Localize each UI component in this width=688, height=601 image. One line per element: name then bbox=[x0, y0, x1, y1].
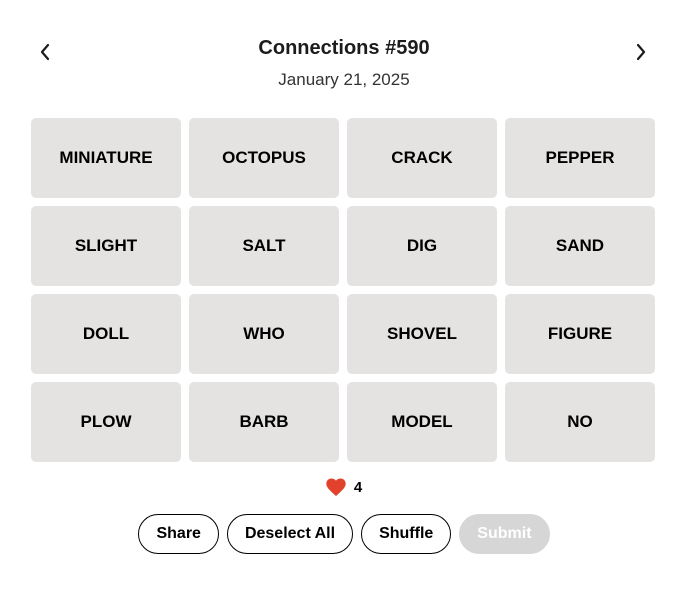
action-bar: Share Deselect All Shuffle Submit bbox=[0, 514, 688, 554]
puzzle-date: January 21, 2025 bbox=[278, 70, 410, 89]
word-tile[interactable]: SAND bbox=[505, 206, 655, 286]
word-tile[interactable]: DOLL bbox=[31, 294, 181, 374]
word-tile[interactable]: MINIATURE bbox=[31, 118, 181, 198]
next-puzzle-button[interactable] bbox=[627, 38, 655, 66]
mistakes-remaining: 4 bbox=[0, 478, 688, 496]
chevron-right-icon bbox=[636, 43, 646, 61]
word-tile[interactable]: OCTOPUS bbox=[189, 118, 339, 198]
word-tile[interactable]: SALT bbox=[189, 206, 339, 286]
submit-button[interactable]: Submit bbox=[459, 514, 550, 554]
share-button[interactable]: Share bbox=[138, 514, 219, 554]
word-tile[interactable]: FIGURE bbox=[505, 294, 655, 374]
word-grid: MINIATURE OCTOPUS CRACK PEPPER SLIGHT SA… bbox=[31, 118, 655, 462]
lives-count: 4 bbox=[353, 478, 363, 496]
word-tile[interactable]: SLIGHT bbox=[31, 206, 181, 286]
word-tile[interactable]: MODEL bbox=[347, 382, 497, 462]
page-title: Connections #590 bbox=[258, 37, 430, 59]
word-tile[interactable]: CRACK bbox=[347, 118, 497, 198]
heart-icon bbox=[326, 478, 346, 496]
word-tile[interactable]: DIG bbox=[347, 206, 497, 286]
word-tile[interactable]: BARB bbox=[189, 382, 339, 462]
word-tile[interactable]: PEPPER bbox=[505, 118, 655, 198]
shuffle-button[interactable]: Shuffle bbox=[361, 514, 452, 554]
word-tile[interactable]: PLOW bbox=[31, 382, 181, 462]
word-tile[interactable]: SHOVEL bbox=[347, 294, 497, 374]
word-tile[interactable]: NO bbox=[505, 382, 655, 462]
word-tile[interactable]: WHO bbox=[189, 294, 339, 374]
puzzle-header: Connections #590 January 21, 2025 bbox=[0, 30, 688, 100]
deselect-all-button[interactable]: Deselect All bbox=[226, 514, 354, 554]
